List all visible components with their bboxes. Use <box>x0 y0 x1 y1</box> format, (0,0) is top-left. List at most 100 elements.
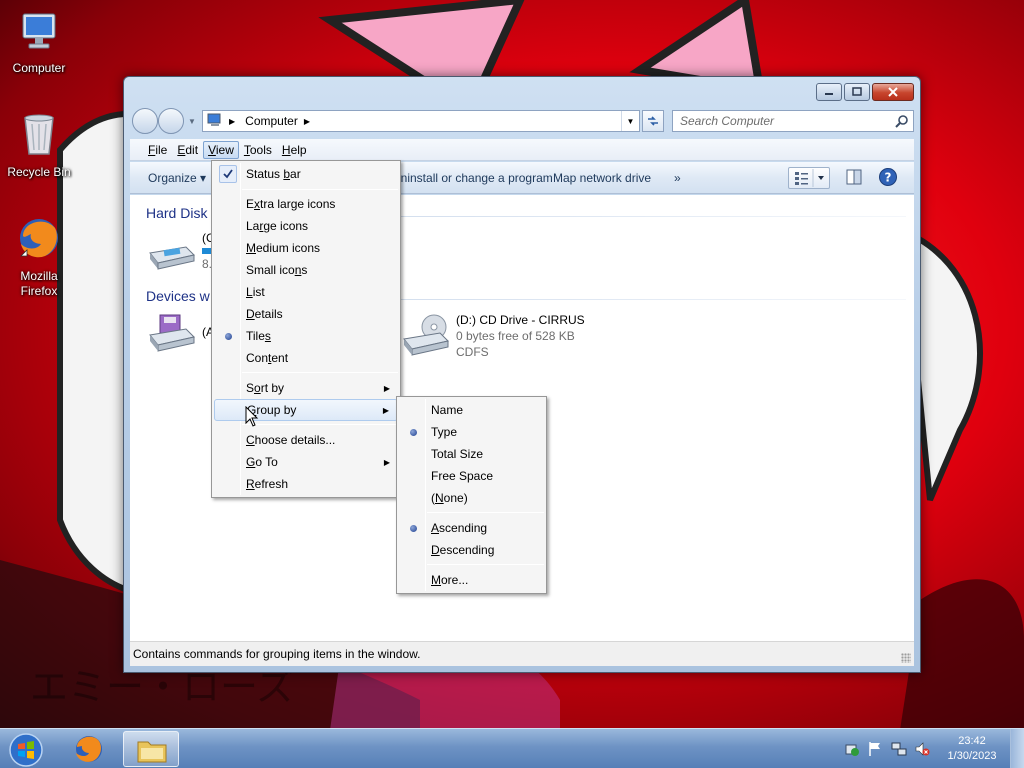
group-header-removable[interactable]: Devices w <box>146 288 210 304</box>
navigation-bar: ▼ ▶ Computer ▶ ▼ <box>130 105 914 135</box>
group-by-item-ascending[interactable]: Ascending <box>399 517 544 539</box>
submenu-arrow-icon: ▶ <box>383 383 390 393</box>
menu-item-label: Content <box>246 351 289 365</box>
more-commands-button[interactable]: » <box>674 171 681 185</box>
group-by-item-total-size[interactable]: Total Size <box>399 443 544 465</box>
menu-edit[interactable]: Edit <box>172 141 203 159</box>
group-by-item-type[interactable]: Type <box>399 421 544 443</box>
address-dropdown-icon[interactable]: ▼ <box>621 111 639 131</box>
drive-tile-d[interactable]: (D:) CD Drive - CIRRUS 0 bytes free of 5… <box>400 313 600 363</box>
breadcrumb-computer[interactable]: Computer <box>245 114 298 128</box>
menu-item-label: Sort by <box>246 381 285 395</box>
menu-file[interactable]: File <box>143 141 172 159</box>
search-box[interactable] <box>672 110 914 132</box>
maximize-button[interactable] <box>844 83 870 101</box>
radio-bullet-icon <box>219 327 237 345</box>
computer-icon <box>1 10 77 58</box>
group-by-item-more[interactable]: More... <box>399 569 544 591</box>
menu-item-label: Descending <box>431 543 495 557</box>
help-icon[interactable]: ? <box>878 167 898 190</box>
breadcrumb-arrow-icon[interactable]: ▶ <box>229 117 235 126</box>
view-menu-item-list[interactable]: List <box>214 281 398 303</box>
view-menu-item-small-icons[interactable]: Small icons <box>214 259 398 281</box>
clock[interactable]: 23:42 1/30/2023 <box>942 734 1002 764</box>
menu-item-label: Refresh <box>246 477 289 491</box>
address-bar[interactable]: ▶ Computer ▶ ▼ <box>202 110 640 132</box>
drive-d-free-space: 0 bytes free of 528 KB <box>456 329 575 343</box>
recent-pages-chevron-icon[interactable]: ▼ <box>188 117 196 126</box>
desktop-icon-computer[interactable]: Computer <box>1 10 77 76</box>
view-menu-item-status-bar[interactable]: Status bar <box>214 163 398 185</box>
map-network-drive-button[interactable]: Map network drive <box>553 171 651 185</box>
menu-view[interactable]: View <box>203 140 239 159</box>
menu-help[interactable]: Help <box>277 141 312 159</box>
recycle-bin-icon <box>1 110 77 162</box>
taskbar-firefox[interactable] <box>61 731 117 767</box>
view-menu-item-refresh[interactable]: Refresh <box>214 473 398 495</box>
group-header-hard-disk[interactable]: Hard Disk <box>146 205 207 221</box>
back-button[interactable] <box>132 108 158 134</box>
submenu-arrow-icon: ▶ <box>383 457 390 467</box>
search-icon[interactable] <box>895 114 909 131</box>
windows-logo-icon <box>9 733 43 767</box>
view-menu-item-details[interactable]: Details <box>214 303 398 325</box>
taskbar: 23:42 1/30/2023 <box>0 728 1024 768</box>
flag-icon[interactable] <box>867 741 883 760</box>
desktop-icon-label: Mozilla Firefox <box>20 269 58 298</box>
hard-disk-icon <box>146 239 196 276</box>
action-center-icon[interactable] <box>844 741 860 760</box>
menu-item-label: Name <box>431 403 464 417</box>
caption-buttons <box>816 83 914 101</box>
view-menu-item-extra-large-icons[interactable]: Extra large icons <box>214 193 398 215</box>
view-menu-item-large-icons[interactable]: Large icons <box>214 215 398 237</box>
minimize-button[interactable] <box>816 83 842 101</box>
view-menu-item-go-to[interactable]: Go To ▶ <box>214 451 398 473</box>
search-input[interactable] <box>673 111 883 131</box>
group-by-item-name[interactable]: Name <box>399 399 544 421</box>
close-button[interactable] <box>872 83 914 101</box>
menu-item-label: Go To <box>246 455 278 469</box>
uninstall-program-button[interactable]: Uninstall or change a program <box>392 171 553 185</box>
clock-date: 1/30/2023 <box>947 750 997 762</box>
volume-muted-icon[interactable] <box>914 741 930 760</box>
view-menu-item-content[interactable]: Content <box>214 347 398 369</box>
forward-button[interactable] <box>158 108 184 134</box>
taskbar-explorer[interactable] <box>123 731 179 767</box>
view-menu-item-tiles[interactable]: Tiles <box>214 325 398 347</box>
view-menu-item-medium-icons[interactable]: Medium icons <box>214 237 398 259</box>
view-menu-item-choose-details[interactable]: Choose details... <box>214 429 398 451</box>
menu-item-label: Total Size <box>431 447 484 461</box>
floppy-drive-icon <box>146 313 196 360</box>
show-desktop-button[interactable] <box>1010 729 1024 768</box>
desktop-icon-firefox[interactable]: Mozilla Firefox <box>1 214 77 299</box>
view-menu: Status bar Extra large icons Large icons Me… <box>211 160 401 498</box>
preview-pane-icon[interactable] <box>845 168 863 189</box>
refresh-button[interactable] <box>642 110 664 132</box>
status-text: Contains commands for grouping items in … <box>133 647 421 661</box>
menu-item-label: (None) <box>431 491 468 505</box>
clock-time: 23:42 <box>958 735 986 747</box>
start-button[interactable] <box>6 731 46 768</box>
view-menu-item-group-by[interactable]: Group by ▶ <box>214 399 398 421</box>
desktop-icon-label: Recycle Bin <box>7 165 71 179</box>
change-view-button[interactable] <box>788 167 830 189</box>
group-by-item-descending[interactable]: Descending <box>399 539 544 561</box>
menu-item-label: List <box>246 285 265 299</box>
menu-bar: File Edit View Tools Help <box>130 139 914 161</box>
menu-item-label: Type <box>431 425 458 439</box>
desktop-icon-recycle-bin[interactable]: Recycle Bin <box>1 110 77 180</box>
minimize-icon <box>825 93 833 95</box>
menu-tools[interactable]: Tools <box>239 141 277 159</box>
close-icon <box>888 87 898 97</box>
organize-button[interactable]: Organize ▾ <box>148 171 206 185</box>
group-by-item-free-space[interactable]: Free Space <box>399 465 544 487</box>
system-tray: 23:42 1/30/2023 <box>824 729 1024 768</box>
refresh-icon <box>648 116 658 126</box>
breadcrumb-arrow-icon[interactable]: ▶ <box>304 117 310 126</box>
resize-grip-icon[interactable] <box>901 653 911 663</box>
group-by-item--none[interactable]: (None) <box>399 487 544 509</box>
network-icon[interactable] <box>891 741 907 760</box>
submenu-arrow-icon: ▶ <box>382 405 389 415</box>
view-menu-item-sort-by[interactable]: Sort by ▶ <box>214 377 398 399</box>
menu-item-label: Ascending <box>431 521 488 535</box>
